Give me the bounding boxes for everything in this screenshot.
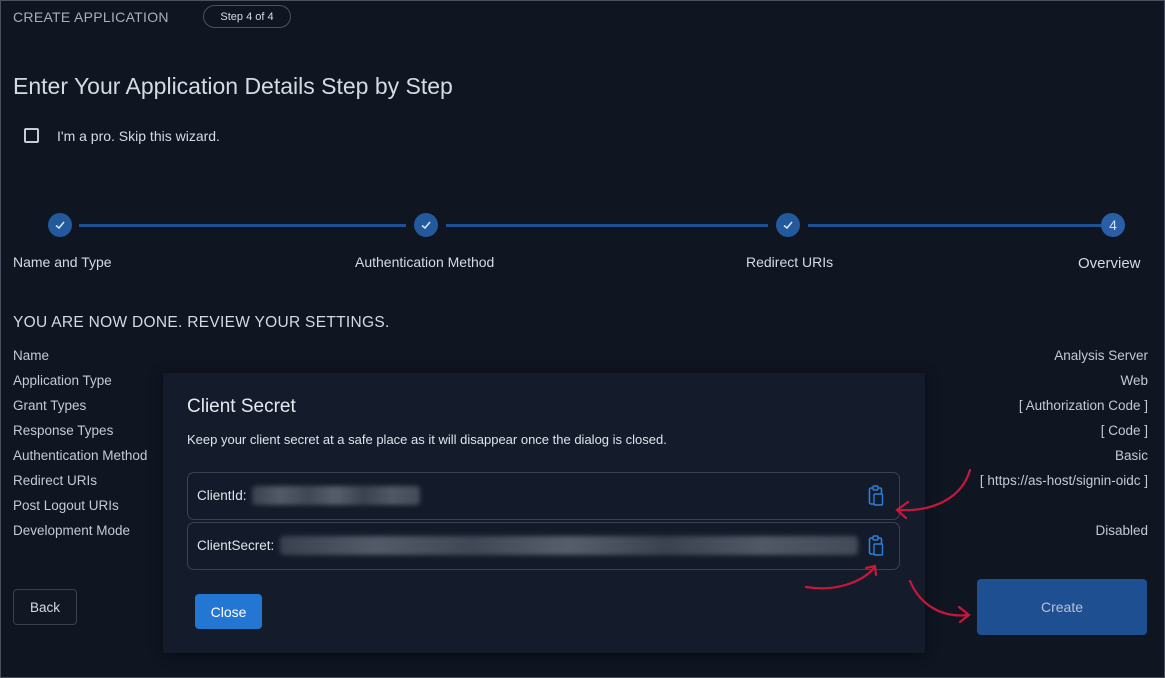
step-2-done <box>414 213 438 237</box>
client-id-label: ClientId: <box>197 488 247 503</box>
close-button[interactable]: Close <box>195 594 262 629</box>
review-value-redirect-uris: [ https://as-host/signin-oidc ] <box>979 473 1148 488</box>
client-secret-label: ClientSecret: <box>197 538 275 553</box>
client-id-field: ClientId: <box>187 472 900 520</box>
header-title: CREATE APPLICATION <box>13 9 169 25</box>
dialog-title: Client Secret <box>187 396 296 417</box>
step-3-done <box>776 213 800 237</box>
check-icon <box>421 221 431 230</box>
review-label-response-types: Response Types <box>13 423 114 438</box>
stepper-connector <box>446 224 768 227</box>
review-label-redirect-uris: Redirect URIs <box>13 473 98 488</box>
review-label-name: Name <box>13 348 50 363</box>
review-value-authentication-method: Basic <box>1114 448 1148 463</box>
page-title: Enter Your Application Details Step by S… <box>13 73 453 99</box>
client-secret-value-redacted <box>280 536 858 555</box>
step-4-current: 4 <box>1101 213 1125 237</box>
stepper-connector <box>79 224 406 227</box>
check-icon <box>55 221 65 230</box>
back-button[interactable]: Back <box>13 589 77 625</box>
step-label-authentication-method: Authentication Method <box>355 254 495 270</box>
client-secret-field: ClientSecret: <box>187 522 900 570</box>
review-label-post-logout-uris: Post Logout URIs <box>13 498 119 513</box>
step-badge: Step 4 of 4 <box>203 5 291 28</box>
step-label-name-and-type: Name and Type <box>13 254 112 270</box>
stepper-connector <box>808 224 1101 227</box>
client-id-value-redacted <box>252 486 420 505</box>
skip-wizard-checkbox[interactable] <box>24 128 39 143</box>
step-label-overview: Overview <box>1078 255 1141 272</box>
review-label-development-mode: Development Mode <box>13 523 131 538</box>
review-value-name: Analysis Server <box>1054 348 1148 363</box>
create-button[interactable]: Create <box>977 579 1147 635</box>
review-heading: YOU ARE NOW DONE. REVIEW YOUR SETTINGS. <box>13 314 390 331</box>
review-label-authentication-method: Authentication Method <box>13 448 148 463</box>
step-label-redirect-uris: Redirect URIs <box>746 254 834 270</box>
client-secret-dialog: Client Secret Keep your client secret at… <box>163 373 925 653</box>
step-1-done <box>48 213 72 237</box>
review-value-development-mode: Disabled <box>1095 523 1148 538</box>
review-value-response-types: [ Code ] <box>1100 423 1148 438</box>
review-label-grant-types: Grant Types <box>13 398 87 413</box>
skip-wizard-label: I'm a pro. Skip this wizard. <box>57 128 220 144</box>
clipboard-copy-icon[interactable] <box>866 534 886 558</box>
clipboard-copy-icon[interactable] <box>866 484 886 508</box>
review-label-application-type: Application Type <box>13 373 112 388</box>
check-icon <box>783 221 793 230</box>
review-value-application-type: Web <box>1120 373 1148 388</box>
review-value-grant-types: [ Authorization Code ] <box>1018 398 1148 413</box>
dialog-description: Keep your client secret at a safe place … <box>187 432 667 447</box>
